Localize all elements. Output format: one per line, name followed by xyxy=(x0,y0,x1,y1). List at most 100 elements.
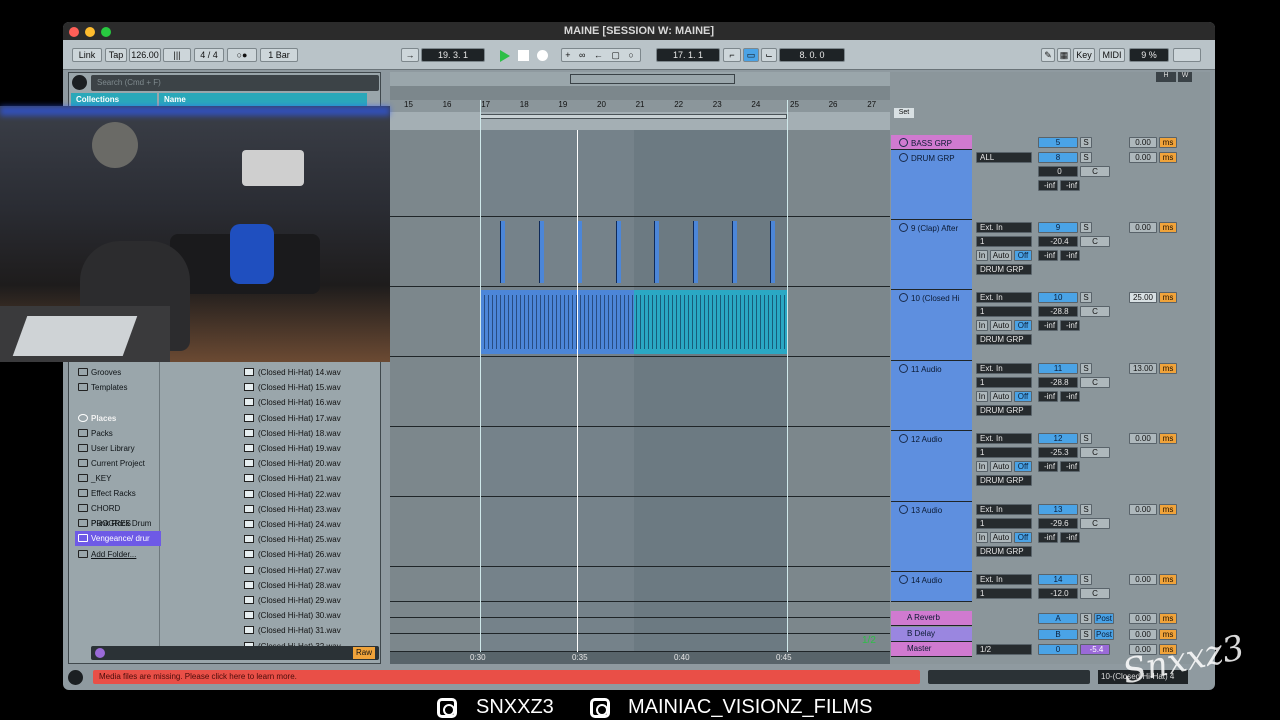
output-routing-select[interactable]: DRUM GRP xyxy=(976,405,1032,416)
file-list-item[interactable]: (Closed Hi-Hat) 16.wav xyxy=(244,395,384,410)
monitor-in-button[interactable]: In xyxy=(976,320,988,331)
midi-map-button[interactable]: MIDI xyxy=(1099,48,1125,62)
solo-button[interactable]: S xyxy=(1080,363,1092,374)
file-list-item[interactable]: (Closed Hi-Hat) 17.wav xyxy=(244,411,384,426)
master-routing-select[interactable]: 1/2 xyxy=(976,644,1032,655)
volume-field[interactable]: -28.8 xyxy=(1038,377,1078,388)
delay-unit[interactable]: ms xyxy=(1159,433,1177,444)
volume-field[interactable]: -12.0 xyxy=(1038,588,1078,599)
clap-clip[interactable] xyxy=(538,221,544,283)
send-value[interactable]: 13.00 xyxy=(1129,363,1157,374)
lane-14-audio[interactable] xyxy=(390,567,890,602)
place-effect-racks[interactable]: Effect Racks xyxy=(75,486,161,501)
send-value[interactable]: 0.00 xyxy=(1129,222,1157,233)
file-list-item[interactable]: (Closed Hi-Hat) 14.wav xyxy=(244,365,384,380)
input-type-select[interactable]: Ext. In xyxy=(976,292,1032,303)
status-bar-message[interactable]: Media files are missing. Please click he… xyxy=(93,670,920,684)
file-list-item[interactable]: (Closed Hi-Hat) 29.wav xyxy=(244,593,384,608)
solo-button[interactable]: S xyxy=(1080,292,1092,303)
clap-clip[interactable] xyxy=(654,221,660,283)
lane-12-audio[interactable] xyxy=(390,427,890,497)
loop-brace-lane[interactable] xyxy=(390,112,890,130)
return-track-header[interactable]: B Delay xyxy=(891,627,972,642)
delay-unit[interactable]: ms xyxy=(1159,574,1177,585)
place-current-project[interactable]: Current Project xyxy=(75,456,161,471)
track-header[interactable]: 10 (Closed Hi xyxy=(891,290,972,361)
monitor-off-button[interactable]: Off xyxy=(1014,532,1032,543)
name-column-header[interactable]: Name xyxy=(159,93,367,107)
track-activator[interactable]: 12 xyxy=(1038,433,1078,444)
file-list-item[interactable]: (Closed Hi-Hat) 31.wav xyxy=(244,623,384,638)
fold-icon[interactable] xyxy=(899,293,908,302)
delay-unit[interactable]: ms xyxy=(1159,504,1177,515)
input-channel-select[interactable]: 1 xyxy=(976,306,1032,317)
file-list-item[interactable]: (Closed Hi-Hat) 26.wav xyxy=(244,547,384,562)
overdub-icons[interactable]: + ∞ ← ▢ ○ xyxy=(561,48,641,62)
track-header[interactable]: 13 Audio xyxy=(891,502,972,572)
input-channel-select[interactable]: 1 xyxy=(976,447,1032,458)
send-value[interactable]: 25.00 xyxy=(1129,292,1157,303)
clap-clip[interactable] xyxy=(770,221,776,283)
fold-icon[interactable] xyxy=(899,434,908,443)
return-track-header[interactable]: Master xyxy=(891,642,972,657)
time-ruler[interactable]: 0:30 0:35 0:40 0:45 xyxy=(390,652,890,664)
solo-button[interactable]: S xyxy=(1080,222,1092,233)
place-chord-progressions[interactable]: CHORD PROGRES xyxy=(75,501,161,528)
search-input[interactable]: Search (Cmd + F) xyxy=(91,75,379,91)
solo-button[interactable]: S xyxy=(1080,629,1092,640)
return-track-header[interactable]: A Reverb xyxy=(891,611,972,626)
send-value[interactable]: 0.00 xyxy=(1129,137,1157,148)
quantize-select[interactable]: 1 Bar xyxy=(260,48,298,62)
lane-master[interactable] xyxy=(390,634,890,652)
monitor-in-button[interactable]: In xyxy=(976,461,988,472)
post-button[interactable]: Post xyxy=(1094,629,1114,640)
track-header[interactable]: 11 Audio xyxy=(891,361,972,431)
set-button[interactable]: Set xyxy=(894,108,914,118)
lane-hihat[interactable] xyxy=(390,287,890,357)
loop-start-field[interactable]: 17. 1. 1 xyxy=(656,48,720,62)
fold-icon[interactable] xyxy=(899,505,908,514)
track-activator[interactable]: 11 xyxy=(1038,363,1078,374)
keyboard-icon[interactable]: ▦ xyxy=(1057,48,1071,62)
pan-knob[interactable]: C xyxy=(1080,377,1110,388)
pan-knob[interactable]: C xyxy=(1080,306,1110,317)
metronome-icon[interactable]: ○● xyxy=(227,48,257,62)
file-list-item[interactable]: (Closed Hi-Hat) 28.wav xyxy=(244,578,384,593)
place-key[interactable]: _KEY xyxy=(75,471,161,486)
lane-drum-grp[interactable] xyxy=(390,130,890,217)
input-channel-select[interactable]: 1 xyxy=(976,518,1032,529)
link-button[interactable]: Link xyxy=(72,48,102,62)
send-value[interactable]: 0.00 xyxy=(1129,433,1157,444)
send-value[interactable]: 0.00 xyxy=(1129,629,1157,640)
close-icon[interactable] xyxy=(69,27,79,37)
send-value[interactable]: 0.00 xyxy=(1129,613,1157,624)
output-routing-select[interactable]: DRUM GRP xyxy=(976,546,1032,557)
track-header[interactable]: 14 Audio xyxy=(891,572,972,602)
preview-icon[interactable] xyxy=(95,648,105,658)
delay-unit[interactable]: ms xyxy=(1159,137,1177,148)
clap-clip[interactable] xyxy=(615,221,621,283)
file-list-item[interactable]: (Closed Hi-Hat) 25.wav xyxy=(244,532,384,547)
info-toggle-icon[interactable] xyxy=(68,670,83,685)
nudge-icon[interactable]: ||| xyxy=(163,48,191,62)
track-header[interactable]: 12 Audio xyxy=(891,431,972,502)
master-volume[interactable]: -5.4 xyxy=(1080,644,1110,655)
input-channel-select[interactable]: 1 xyxy=(976,588,1032,599)
send-value[interactable]: 0.00 xyxy=(1129,574,1157,585)
solo-button[interactable]: S xyxy=(1080,433,1092,444)
place-vengeance[interactable]: Vengeance/ drur xyxy=(75,531,161,546)
monitor-off-button[interactable]: Off xyxy=(1014,391,1032,402)
solo-button[interactable]: S xyxy=(1080,574,1092,585)
solo-button[interactable]: S xyxy=(1080,504,1092,515)
delay-unit[interactable]: ms xyxy=(1159,152,1177,163)
volume-field[interactable]: -25.3 xyxy=(1038,447,1078,458)
monitor-off-button[interactable]: Off xyxy=(1014,320,1032,331)
minimize-icon[interactable] xyxy=(85,27,95,37)
pan-knob[interactable]: C xyxy=(1080,588,1110,599)
file-list-item[interactable]: (Closed Hi-Hat) 21.wav xyxy=(244,471,384,486)
clap-clip[interactable] xyxy=(500,221,505,283)
pan-knob[interactable]: C xyxy=(1080,236,1110,247)
file-list-item[interactable]: (Closed Hi-Hat) 15.wav xyxy=(244,380,384,395)
input-type-select[interactable]: Ext. In xyxy=(976,433,1032,444)
clap-clip[interactable] xyxy=(731,221,737,283)
